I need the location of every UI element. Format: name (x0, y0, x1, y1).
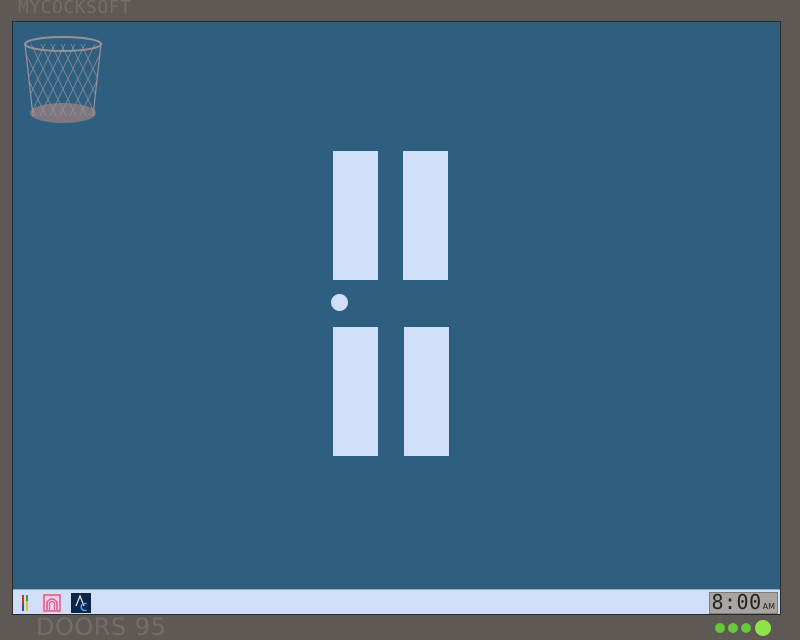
desktop[interactable]: 8:00 AM (12, 21, 781, 615)
door-panel-top-left (333, 151, 378, 280)
pink-archway-icon[interactable] (42, 593, 62, 613)
door-panel-bottom-right (404, 327, 449, 456)
status-light (715, 623, 725, 633)
clock[interactable]: 8:00 AM (709, 592, 778, 614)
model-logo: DOORS 95 (36, 613, 167, 640)
power-light (755, 620, 771, 636)
clock-ampm: AM (762, 602, 775, 611)
status-light (728, 623, 738, 633)
door-panel-bottom-left (333, 327, 378, 456)
power-leds (715, 620, 771, 636)
colored-bars-icon[interactable] (17, 593, 37, 613)
clock-time: 8:00 (711, 590, 762, 614)
taskbar: 8:00 AM (13, 589, 780, 614)
system-prompt-icon[interactable] (71, 593, 91, 613)
door-panel-top-right (403, 151, 448, 280)
maker-logo: MYCOCKSOFT (18, 0, 132, 18)
door-knob (331, 294, 348, 311)
recycle-bin-icon[interactable] (21, 34, 105, 126)
status-light (741, 623, 751, 633)
